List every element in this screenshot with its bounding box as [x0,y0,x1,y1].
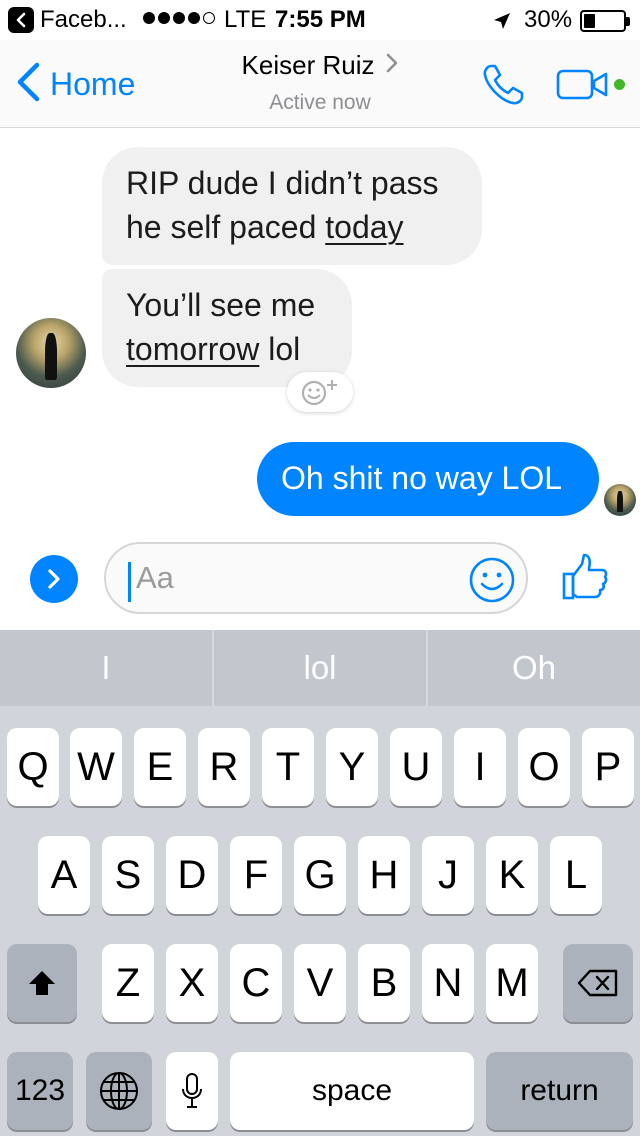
contact-avatar[interactable] [16,318,86,388]
conversation-header: Home Keiser Ruiz Active now [0,40,640,128]
return-key[interactable]: return [486,1052,633,1130]
battery-icon [580,10,630,32]
keyboard: I lol Oh Q W E R T Y U I O P A S D F G H… [0,630,640,1136]
chevron-right-icon [386,53,398,78]
clock: 7:55 PM [275,6,366,33]
back-app-icon [8,7,34,33]
key-u[interactable]: U [390,728,442,806]
key-c[interactable]: C [230,944,282,1022]
home-back-label: Home [50,66,136,102]
message-text: lol [259,331,301,367]
key-b[interactable]: B [358,944,410,1022]
predictive-bar: I lol Oh [0,630,640,706]
key-j[interactable]: J [422,836,474,914]
key-f[interactable]: F [230,836,282,914]
message-text: he self paced [126,209,326,245]
message-composer[interactable] [104,542,528,614]
read-receipt-avatar [604,484,636,516]
key-n[interactable]: N [422,944,474,1022]
video-camera-icon[interactable] [556,68,612,107]
home-back-button[interactable]: Home [16,62,135,107]
message-link[interactable]: tomorrow [126,331,259,367]
contact-name: Keiser Ruiz [241,50,375,80]
globe-icon[interactable] [86,1052,152,1130]
text-cursor [128,562,131,602]
location-arrow-icon [492,10,512,38]
key-q[interactable]: Q [7,728,59,806]
key-v[interactable]: V [294,944,346,1022]
expand-arrow-icon[interactable] [30,555,78,603]
suggestion-item[interactable]: I [0,630,212,706]
backspace-icon[interactable] [563,944,633,1022]
message-link[interactable]: today [325,209,403,245]
key-o[interactable]: O [518,728,570,806]
key-h[interactable]: H [358,836,410,914]
key-z[interactable]: Z [102,944,154,1022]
status-bar: Faceb... LTE 7:55 PM 30% [0,0,640,40]
back-app-label: Faceb... [40,6,127,33]
sticker-add-icon[interactable] [287,372,353,412]
message-text: Oh shit no way LOL [281,460,563,496]
key-i[interactable]: I [454,728,506,806]
key-p[interactable]: P [582,728,634,806]
key-d[interactable]: D [166,836,218,914]
chevron-left-icon [16,62,40,107]
suggestion-item[interactable]: lol [214,630,426,706]
suggestion-item[interactable]: Oh [428,630,640,706]
contact-title[interactable]: Keiser Ruiz Active now [200,50,440,115]
key-g[interactable]: G [294,836,346,914]
contact-status: Active now [269,91,371,114]
message-text: You’ll see me [126,287,316,323]
key-y[interactable]: Y [326,728,378,806]
key-w[interactable]: W [70,728,122,806]
phone-icon[interactable] [480,62,526,113]
key-s[interactable]: S [102,836,154,914]
key-e[interactable]: E [134,728,186,806]
network-type: LTE [224,6,267,33]
incoming-message[interactable]: RIP dude I didn’t pass he self paced tod… [102,147,482,265]
outgoing-message[interactable]: Oh shit no way LOL [257,442,599,516]
key-m[interactable]: M [486,944,538,1022]
key-k[interactable]: K [486,836,538,914]
key-l[interactable]: L [550,836,602,914]
back-to-app-button[interactable]: Faceb... [8,6,127,34]
message-text: RIP dude I didn’t pass [126,165,439,201]
incoming-message[interactable]: You’ll see me tomorrow lol [102,269,352,387]
battery-percent: 30% [524,6,573,33]
space-key[interactable]: space [230,1052,474,1130]
shift-icon[interactable] [7,944,77,1022]
microphone-icon[interactable] [166,1052,218,1130]
key-a[interactable]: A [38,836,90,914]
numbers-key[interactable]: 123 [7,1052,73,1130]
active-status-dot [614,79,625,90]
thumbs-up-icon[interactable] [560,552,610,607]
signal-strength-icon [143,12,215,24]
emoji-icon[interactable] [468,556,516,609]
battery-fill [584,14,596,28]
key-t[interactable]: T [262,728,314,806]
key-x[interactable]: X [166,944,218,1022]
message-input[interactable] [136,556,456,600]
key-r[interactable]: R [198,728,250,806]
